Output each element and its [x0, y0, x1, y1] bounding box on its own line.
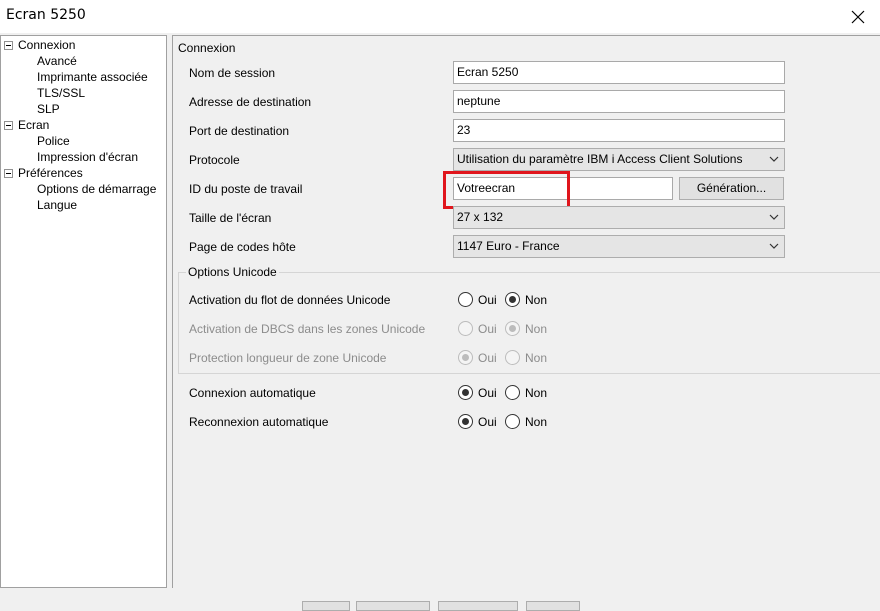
- auto-connect-yes-radio[interactable]: [458, 385, 473, 400]
- workstation-id-label: ID du poste de travail: [189, 182, 303, 196]
- collapse-icon[interactable]: [4, 121, 13, 130]
- tree-item-impression-ecran[interactable]: Impression d'écran: [37, 149, 138, 165]
- tree-item-options-demarrage[interactable]: Options de démarrage: [37, 181, 156, 197]
- footer-button[interactable]: [526, 601, 580, 611]
- tree-item-police[interactable]: Police: [37, 133, 70, 149]
- highlight-box: [443, 171, 570, 209]
- generate-button[interactable]: Génération...: [679, 177, 784, 200]
- auto-reconnect-yes-label[interactable]: Oui: [478, 415, 497, 429]
- protocol-select[interactable]: Utilisation du paramètre IBM i Access Cl…: [453, 148, 785, 171]
- destination-port-input[interactable]: 23: [453, 119, 785, 142]
- destination-address-input[interactable]: neptune: [453, 90, 785, 113]
- tree-item-preferences[interactable]: Préférences: [18, 165, 83, 181]
- unicode-dataflow-yes-radio[interactable]: [458, 292, 473, 307]
- collapse-icon[interactable]: [4, 169, 13, 178]
- tree-item-tls-ssl[interactable]: TLS/SSL: [37, 85, 85, 101]
- auto-reconnect-label: Reconnexion automatique: [189, 415, 329, 429]
- unicode-dataflow-label: Activation du flot de données Unicode: [189, 293, 391, 307]
- destination-address-label: Adresse de destination: [189, 95, 312, 109]
- auto-connect-no-label[interactable]: Non: [525, 386, 547, 400]
- chevron-down-icon: [769, 156, 779, 162]
- host-code-page-value: 1147 Euro - France: [457, 239, 560, 253]
- footer-button[interactable]: [438, 601, 518, 611]
- dbcs-label: Activation de DBCS dans les zones Unicod…: [189, 322, 426, 336]
- chevron-down-icon: [769, 243, 779, 249]
- dbcs-yes-label[interactable]: Oui: [478, 322, 497, 336]
- tree-item-langue[interactable]: Langue: [37, 197, 77, 213]
- footer-button[interactable]: [302, 601, 350, 611]
- protocol-value: Utilisation du paramètre IBM i Access Cl…: [457, 152, 743, 166]
- destination-port-label: Port de destination: [189, 124, 290, 138]
- auto-reconnect-no-radio[interactable]: [505, 414, 520, 429]
- screen-size-value: 27 x 132: [457, 210, 504, 224]
- length-protection-yes-label[interactable]: Oui: [478, 351, 497, 365]
- host-code-page-select[interactable]: 1147 Euro - France: [453, 235, 785, 258]
- tree-item-avance[interactable]: Avancé: [37, 53, 77, 69]
- chevron-down-icon: [769, 214, 779, 220]
- unicode-dataflow-no-radio[interactable]: [505, 292, 520, 307]
- screen-size-select[interactable]: 27 x 132: [453, 206, 785, 229]
- auto-connect-yes-label[interactable]: Oui: [478, 386, 497, 400]
- dbcs-yes-radio[interactable]: [458, 321, 473, 336]
- collapse-icon[interactable]: [4, 41, 13, 50]
- length-protection-no-radio[interactable]: [505, 350, 520, 365]
- session-name-input[interactable]: Ecran 5250: [453, 61, 785, 84]
- auto-reconnect-no-label[interactable]: Non: [525, 415, 547, 429]
- host-code-page-label: Page de codes hôte: [189, 240, 296, 254]
- window-title: Ecran 5250: [6, 7, 86, 23]
- dbcs-no-radio[interactable]: [505, 321, 520, 336]
- auto-reconnect-yes-radio[interactable]: [458, 414, 473, 429]
- auto-connect-label: Connexion automatique: [189, 386, 316, 400]
- tree-item-connexion[interactable]: Connexion: [18, 37, 75, 53]
- title-bar: Ecran 5250: [0, 0, 880, 33]
- panel-heading: Connexion: [178, 41, 236, 55]
- dbcs-no-label[interactable]: Non: [525, 322, 547, 336]
- unicode-dataflow-yes-label[interactable]: Oui: [478, 293, 497, 307]
- length-protection-label: Protection longueur de zone Unicode: [189, 351, 387, 365]
- tree-item-slp[interactable]: SLP: [37, 101, 60, 117]
- footer-button[interactable]: [356, 601, 430, 611]
- tree-item-ecran[interactable]: Ecran: [18, 117, 49, 133]
- protocol-label: Protocole: [189, 153, 240, 167]
- length-protection-yes-radio[interactable]: [458, 350, 473, 365]
- unicode-options-title: Options Unicode: [186, 265, 279, 279]
- tree-item-imprimante[interactable]: Imprimante associée: [37, 69, 148, 85]
- navigation-tree: Connexion Avancé Imprimante associée TLS…: [0, 35, 167, 588]
- screen-size-label: Taille de l'écran: [189, 211, 272, 225]
- length-protection-no-label[interactable]: Non: [525, 351, 547, 365]
- unicode-dataflow-no-label[interactable]: Non: [525, 293, 547, 307]
- close-button[interactable]: [836, 0, 880, 33]
- close-icon: [851, 10, 865, 23]
- session-name-label: Nom de session: [189, 66, 276, 80]
- auto-connect-no-radio[interactable]: [505, 385, 520, 400]
